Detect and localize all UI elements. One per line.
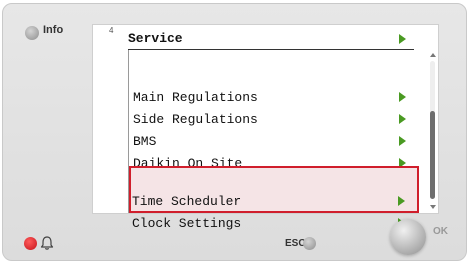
menu-item-side-regulations[interactable]: Side Regulations [133, 108, 411, 130]
menu-item-label: Side Regulations [133, 111, 258, 127]
menu-item-bms[interactable]: BMS [133, 130, 411, 152]
scroll-down-icon[interactable] [430, 205, 436, 209]
menu-item-label: Main Regulations [133, 89, 258, 105]
lcd-screen: 4 Service Main Regulations Side Regulati… [92, 24, 439, 231]
info-button[interactable] [25, 26, 39, 40]
ok-knob[interactable] [390, 219, 426, 255]
arrow-right-icon [399, 136, 406, 146]
menu-item-label: Clock Settings [132, 215, 242, 231]
controller-panel: Info 4 Service Main Regulations Side Reg… [2, 3, 467, 261]
arrow-right-icon [399, 92, 406, 102]
menu-item-time-scheduler[interactable]: Time Scheduler [132, 190, 410, 212]
scroll-thumb[interactable] [430, 111, 435, 199]
ok-label: OK [433, 226, 448, 237]
page-title: Service [128, 31, 183, 46]
page-number: 4 [109, 26, 114, 35]
menu-item-clock-settings[interactable]: Clock Settings [132, 212, 410, 234]
scroll-track[interactable] [430, 61, 435, 199]
scrollbar[interactable] [429, 53, 437, 209]
arrow-right-icon [399, 33, 406, 44]
menu-item-label: BMS [133, 133, 157, 149]
menu-item-label: Time Scheduler [132, 193, 242, 209]
arrow-right-icon [398, 196, 405, 206]
scroll-up-icon[interactable] [430, 53, 436, 57]
arrow-right-icon [399, 114, 406, 124]
bell-icon[interactable] [40, 235, 54, 251]
esc-button[interactable] [303, 237, 316, 250]
alarm-led [24, 237, 37, 250]
menu-item-main-regulations[interactable]: Main Regulations [133, 86, 411, 108]
info-label: Info [43, 24, 64, 36]
menu-title-row[interactable]: Service [128, 28, 414, 50]
